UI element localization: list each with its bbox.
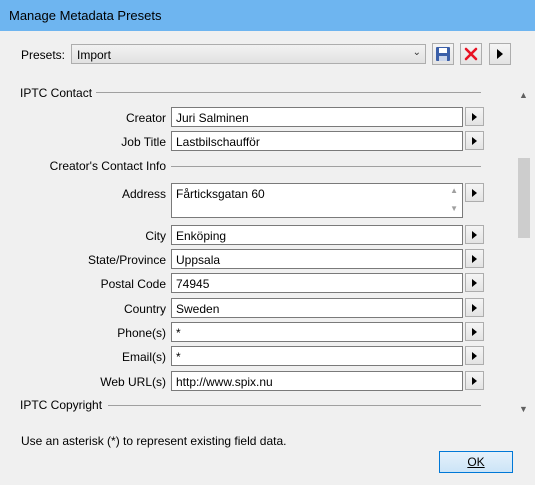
delete-preset-button[interactable] bbox=[460, 43, 482, 65]
play-arrow-icon bbox=[472, 351, 477, 360]
country-field[interactable]: Sweden bbox=[171, 298, 463, 318]
divider bbox=[108, 405, 481, 406]
preset-menu-button[interactable] bbox=[489, 43, 511, 65]
red-x-icon bbox=[464, 47, 478, 61]
job-title-field[interactable]: Lastbilschaufför bbox=[171, 131, 463, 151]
email-menu-button[interactable] bbox=[465, 346, 484, 365]
postal-code-field[interactable]: 74945 bbox=[171, 273, 463, 293]
city-field[interactable]: Enköping bbox=[171, 225, 463, 245]
section-iptc-copyright: IPTC Copyright bbox=[20, 398, 103, 412]
job-title-menu-button[interactable] bbox=[465, 131, 484, 150]
play-arrow-icon bbox=[472, 278, 477, 287]
floppy-disk-icon bbox=[436, 47, 450, 61]
address-menu-button[interactable] bbox=[465, 183, 484, 202]
job-title-value: Lastbilschaufför bbox=[176, 135, 260, 149]
play-arrow-icon bbox=[472, 376, 477, 385]
play-arrow-icon bbox=[472, 136, 477, 145]
state-field[interactable]: Uppsala bbox=[171, 249, 463, 269]
section-creator-contact-info: Creator's Contact Info bbox=[49, 159, 166, 173]
vertical-scrollbar[interactable]: ▲ ▼ bbox=[517, 88, 531, 418]
hint-text: Use an asterisk (*) to represent existin… bbox=[21, 434, 287, 448]
play-arrow-icon bbox=[497, 49, 503, 59]
scroll-down-icon[interactable]: ▼ bbox=[519, 404, 528, 414]
country-label: Country bbox=[123, 302, 166, 316]
presets-selected-value: Import bbox=[77, 48, 112, 62]
save-preset-button[interactable] bbox=[432, 43, 454, 65]
city-label: City bbox=[145, 229, 166, 243]
creator-menu-button[interactable] bbox=[465, 107, 484, 126]
email-field[interactable]: * bbox=[171, 346, 463, 366]
state-menu-button[interactable] bbox=[465, 249, 484, 268]
title-bar: Manage Metadata Presets bbox=[0, 0, 535, 31]
state-label: State/Province bbox=[87, 253, 166, 267]
play-arrow-icon bbox=[472, 230, 477, 239]
presets-label: Presets: bbox=[21, 48, 66, 62]
scroll-up-icon[interactable]: ▲ bbox=[519, 90, 528, 100]
state-value: Uppsala bbox=[176, 253, 221, 267]
email-value: * bbox=[176, 350, 181, 364]
job-title-label: Job Title bbox=[121, 135, 166, 149]
play-arrow-icon bbox=[472, 188, 477, 197]
play-arrow-icon bbox=[472, 327, 477, 336]
web-url-field[interactable]: http://www.spix.nu bbox=[171, 371, 463, 391]
postal-code-value: 74945 bbox=[176, 277, 210, 291]
address-label: Address bbox=[121, 187, 166, 201]
phone-menu-button[interactable] bbox=[465, 322, 484, 341]
country-menu-button[interactable] bbox=[465, 298, 484, 317]
address-value: Fårticksgatan 60 bbox=[176, 187, 265, 201]
city-menu-button[interactable] bbox=[465, 225, 484, 244]
phone-field[interactable]: * bbox=[171, 322, 463, 342]
metadata-panel: IPTC Contact Creator Juri Salminen Job T… bbox=[10, 75, 529, 420]
creator-label: Creator bbox=[125, 111, 166, 125]
phone-label: Phone(s) bbox=[117, 326, 166, 340]
email-label: Email(s) bbox=[122, 350, 166, 364]
chevron-down-icon: ⌄ bbox=[412, 47, 421, 58]
city-value: Enköping bbox=[176, 229, 227, 243]
web-url-value: http://www.spix.nu bbox=[176, 375, 273, 389]
web-url-menu-button[interactable] bbox=[465, 371, 484, 390]
play-arrow-icon bbox=[472, 254, 477, 263]
creator-value: Juri Salminen bbox=[176, 111, 249, 125]
presets-dropdown[interactable]: Import ⌄ bbox=[71, 44, 426, 64]
section-iptc-contact: IPTC Contact bbox=[20, 86, 93, 100]
play-arrow-icon bbox=[472, 112, 477, 121]
web-url-label: Web URL(s) bbox=[100, 375, 166, 389]
scroll-up-icon[interactable]: ▲ bbox=[450, 186, 458, 195]
phone-value: * bbox=[176, 326, 181, 340]
ok-button[interactable]: OK bbox=[439, 451, 513, 473]
scrollbar-thumb[interactable] bbox=[518, 158, 530, 238]
country-value: Sweden bbox=[176, 302, 220, 316]
address-textarea[interactable]: Fårticksgatan 60 ▲ ▼ bbox=[171, 183, 463, 218]
divider bbox=[171, 166, 481, 167]
creator-field[interactable]: Juri Salminen bbox=[171, 107, 463, 127]
window-title: Manage Metadata Presets bbox=[9, 8, 162, 23]
postal-code-menu-button[interactable] bbox=[465, 273, 484, 292]
divider bbox=[96, 92, 481, 93]
play-arrow-icon bbox=[472, 303, 477, 312]
postal-code-label: Postal Code bbox=[100, 277, 166, 291]
scroll-down-icon[interactable]: ▼ bbox=[450, 204, 458, 213]
